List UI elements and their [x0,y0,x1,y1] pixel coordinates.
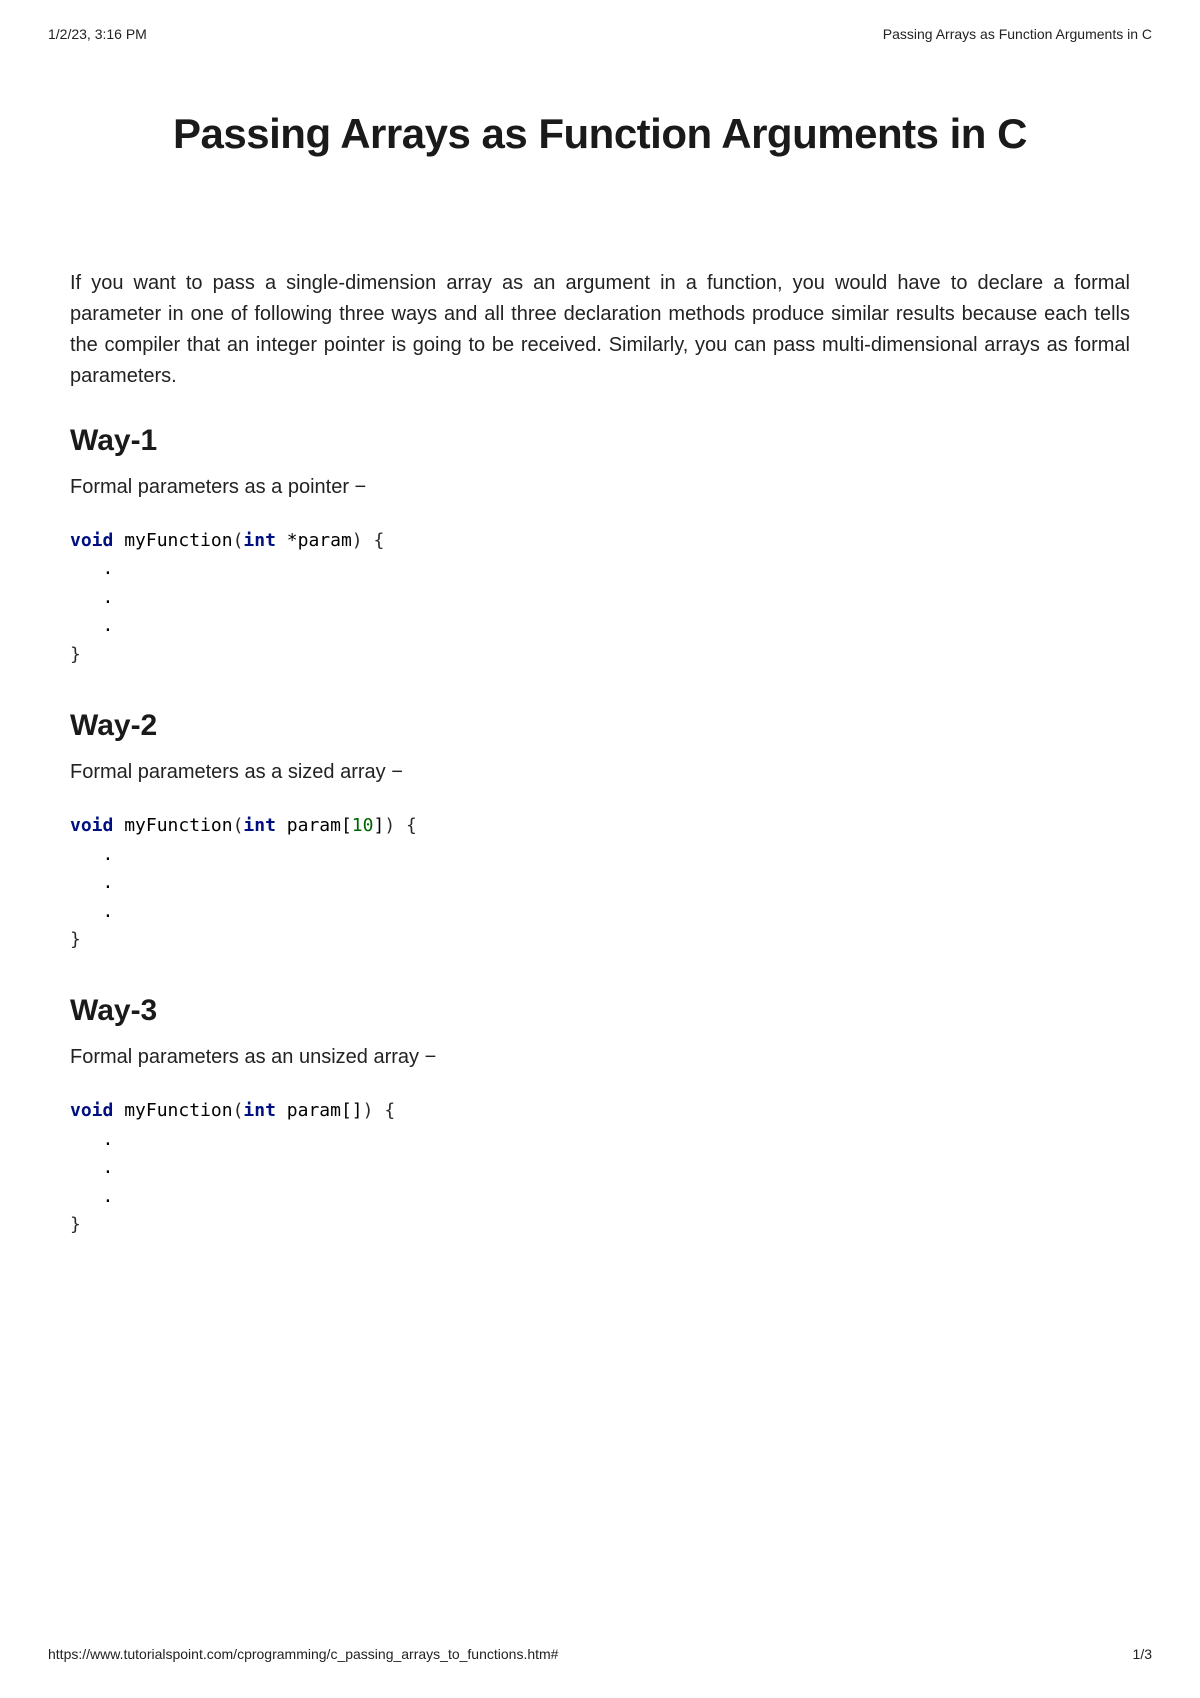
code-number: 10 [352,815,374,836]
way2-desc: Formal parameters as a sized array − [70,761,1130,784]
header-timestamp: 1/2/23, 3:16 PM [48,26,147,42]
code-keyword-int: int [243,815,276,836]
code-keyword-int: int [243,530,276,551]
header-doc-title: Passing Arrays as Function Arguments in … [883,26,1152,42]
page-title: Passing Arrays as Function Arguments in … [70,110,1130,158]
way3-code: void myFunction(int param[]) { . . . } [70,1097,1130,1239]
page: 1/2/23, 3:16 PM Passing Arrays as Functi… [0,0,1200,1698]
way1-heading: Way-1 [70,424,1130,458]
code-close-sig: ) { [363,1100,396,1121]
code-close-sig: ) { [384,815,417,836]
code-open-paren: ( [233,815,244,836]
code-fn-name: myFunction [113,1100,232,1121]
code-close-brace: } [70,929,81,950]
code-fn-name: myFunction [113,530,232,551]
way3-heading: Way-3 [70,994,1130,1028]
code-body-dots: . . . [70,558,113,636]
code-body-dots: . . . [70,1129,113,1207]
code-keyword-void: void [70,1100,113,1121]
way1-code: void myFunction(int *param) { . . . } [70,527,1130,669]
code-keyword-int: int [243,1100,276,1121]
code-sig-after-num: ] [373,815,384,836]
code-keyword-void: void [70,815,113,836]
code-body-dots: . . . [70,844,113,922]
way2-heading: Way-2 [70,709,1130,743]
code-keyword-void: void [70,530,113,551]
code-sig-before-num: param[ [276,815,352,836]
footer-page-num: 1/3 [1133,1646,1152,1662]
way1-desc: Formal parameters as a pointer − [70,476,1130,499]
code-fn-name: myFunction [113,815,232,836]
code-open-paren: ( [233,530,244,551]
code-sig-rest: param[] [276,1100,363,1121]
footer-url: https://www.tutorialspoint.com/cprogramm… [48,1646,558,1662]
way2-code: void myFunction(int param[10]) { . . . } [70,812,1130,954]
code-close-brace: } [70,1214,81,1235]
code-open-paren: ( [233,1100,244,1121]
print-footer: https://www.tutorialspoint.com/cprogramm… [48,1646,1152,1662]
code-close-brace: } [70,644,81,665]
code-sig-rest: *param [276,530,352,551]
print-header: 1/2/23, 3:16 PM Passing Arrays as Functi… [48,26,1152,42]
code-close-sig: ) { [352,530,385,551]
intro-paragraph: If you want to pass a single-dimension a… [70,268,1130,392]
way3-desc: Formal parameters as an unsized array − [70,1046,1130,1069]
content: Passing Arrays as Function Arguments in … [70,90,1130,1280]
